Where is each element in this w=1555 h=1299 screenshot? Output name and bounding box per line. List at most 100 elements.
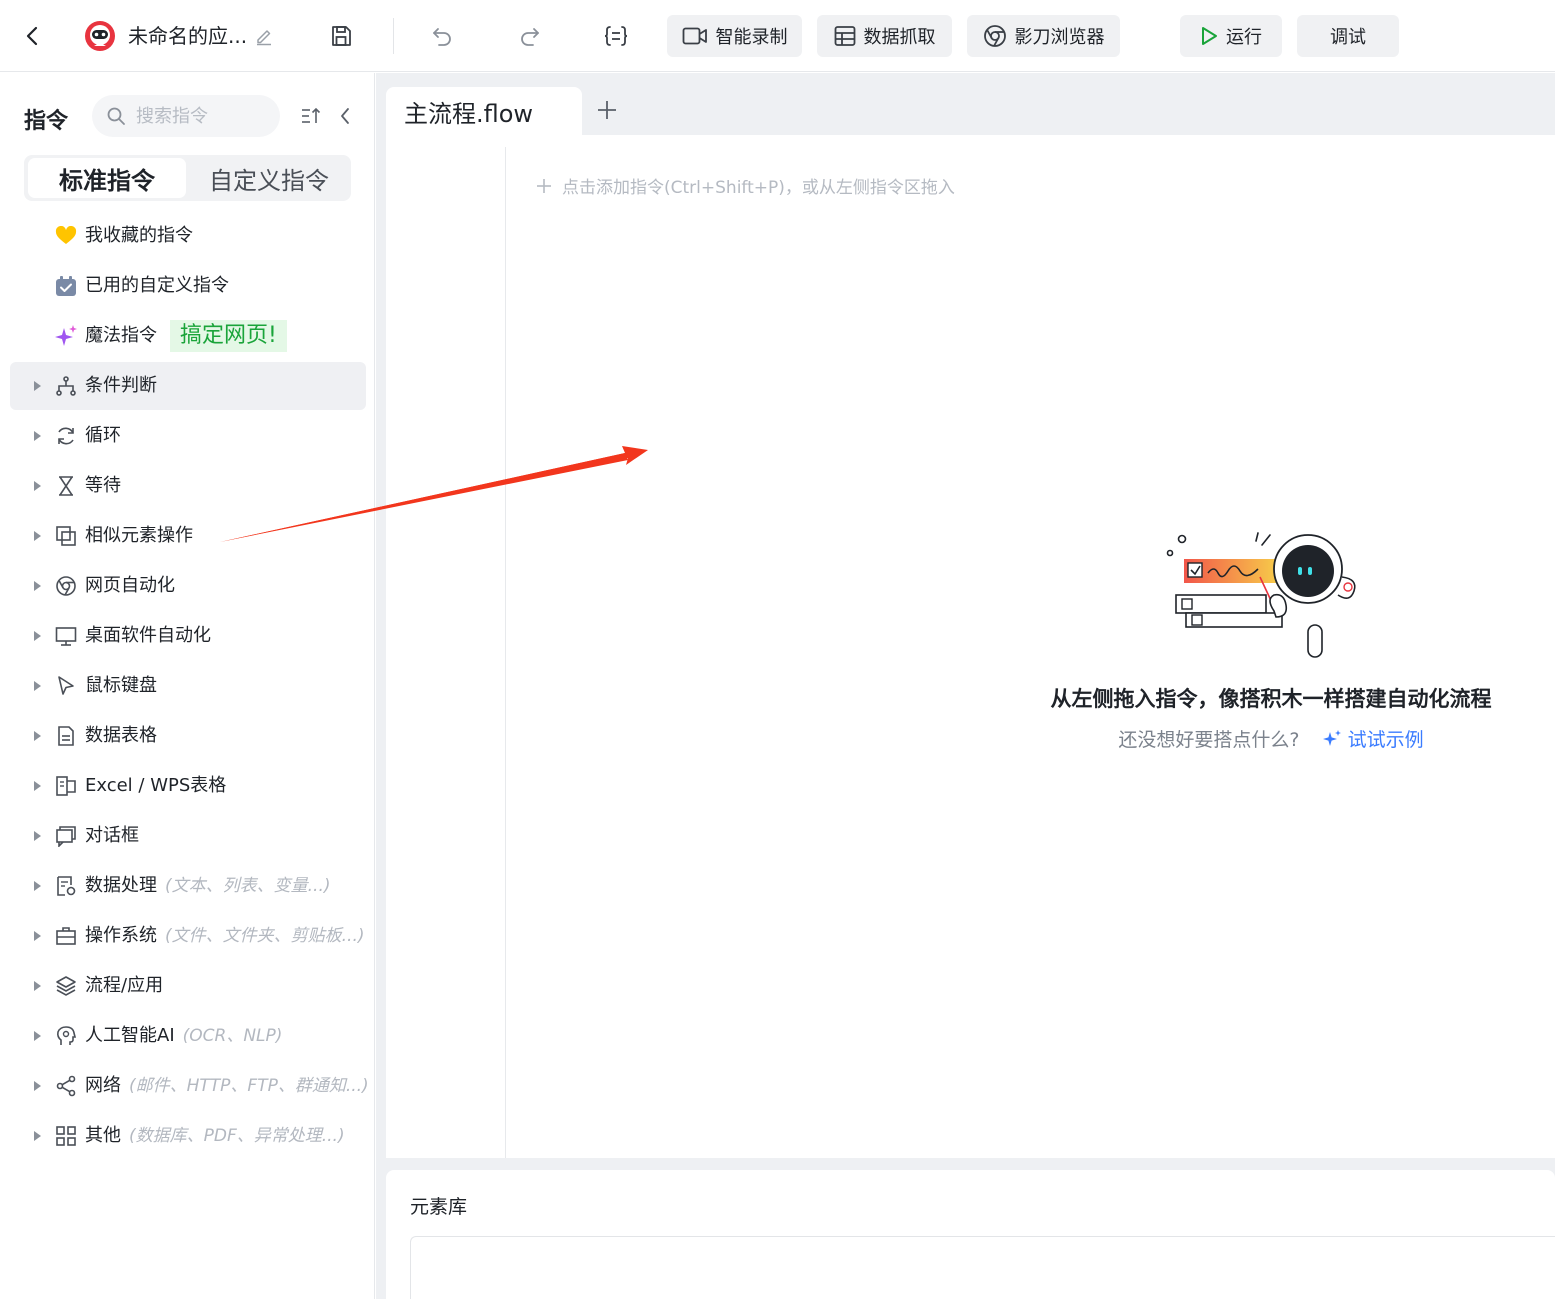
caret-right-icon[interactable]: [34, 381, 41, 391]
sidebar-category-item[interactable]: 对话框: [10, 812, 366, 860]
sidebar-category-item[interactable]: 桌面软件自动化: [10, 612, 366, 660]
caret-right-icon[interactable]: [34, 931, 41, 941]
save-icon: [332, 26, 351, 46]
caret-right-icon[interactable]: [34, 731, 41, 741]
sidebar-item-label: 魔法指令: [85, 325, 157, 346]
sidebar-category-item[interactable]: Excel / WPS表格: [10, 762, 366, 810]
add-command-hint[interactable]: 点击添加指令(Ctrl+Shift+P)，或从左侧指令区拖入: [536, 173, 955, 198]
run-button[interactable]: 运行: [1180, 15, 1282, 57]
sidebar-item-label: 我收藏的指令: [85, 225, 193, 246]
try-example-label: 试试示例: [1347, 729, 1424, 751]
smart-record-button[interactable]: 智能录制: [667, 15, 802, 57]
sidebar-category-label: 相似元素操作: [85, 524, 193, 548]
save-button[interactable]: [325, 20, 357, 52]
collapse-sidebar-button[interactable]: [334, 103, 356, 129]
category-name: 人工智能AI: [85, 1025, 175, 1046]
caret-right-icon[interactable]: [34, 1031, 41, 1041]
sidebar-category-item[interactable]: 条件判断: [10, 362, 366, 410]
caret-right-icon[interactable]: [34, 831, 41, 841]
caret-right-icon[interactable]: [34, 531, 41, 541]
caret-right-icon[interactable]: [34, 581, 41, 591]
sidebar-category-item[interactable]: 操作系统 (文件、文件夹、剪贴板...): [10, 912, 366, 960]
element-library-content[interactable]: [410, 1236, 1555, 1299]
undo-icon: [433, 28, 451, 46]
play-icon: [1202, 27, 1217, 45]
redo-button[interactable]: [514, 20, 546, 52]
caret-right-icon[interactable]: [34, 881, 41, 891]
sidebar-category-label: Excel / WPS表格: [85, 774, 226, 798]
caret-right-icon[interactable]: [34, 781, 41, 791]
back-button[interactable]: [16, 22, 48, 50]
flow-editor: 主流程.flow 点击添加指令(Ctrl+Shift+P)，或从左侧指令区拖入: [376, 73, 1555, 1299]
heart-icon: [54, 224, 78, 248]
sidebar-category-label: 人工智能AI (OCR、NLP): [85, 1024, 282, 1048]
sort-icon: [302, 107, 321, 123]
sidebar-category-label: 桌面软件自动化: [85, 624, 211, 648]
sidebar-item-favorites[interactable]: 我收藏的指令: [10, 212, 366, 260]
run-label: 运行: [1226, 27, 1262, 48]
search-icon: [107, 107, 125, 125]
caret-right-icon[interactable]: [34, 1131, 41, 1141]
yingdao-browser-button[interactable]: 影刀浏览器: [967, 15, 1120, 57]
caret-right-icon[interactable]: [34, 631, 41, 641]
add-tab-button[interactable]: [592, 95, 622, 125]
sort-button[interactable]: [298, 103, 324, 129]
flow-canvas[interactable]: 点击添加指令(Ctrl+Shift+P)，或从左侧指令区拖入 从左侧拖入指令，像…: [386, 135, 1555, 1158]
tab-custom-commands[interactable]: 自定义指令: [190, 158, 348, 198]
dialog-icon: [54, 824, 78, 848]
caret-right-icon[interactable]: [34, 481, 41, 491]
sheet-icon: [54, 724, 78, 748]
data-scrape-button[interactable]: 数据抓取: [817, 15, 952, 57]
loop-icon: [54, 424, 78, 448]
video-icon: [682, 27, 707, 45]
category-hint: (文本、列表、变量...): [165, 876, 331, 896]
search-input[interactable]: [136, 105, 266, 127]
app-title[interactable]: 未命名的应...: [128, 22, 247, 50]
tab-standard-commands[interactable]: 标准指令: [28, 158, 186, 198]
category-name: 鼠标键盘: [85, 675, 157, 696]
category-hint: (邮件、HTTP、FTP、群通知...): [129, 1076, 369, 1096]
sidebar-category-item[interactable]: 人工智能AI (OCR、NLP): [10, 1012, 366, 1060]
sidebar-category-item[interactable]: 循环: [10, 412, 366, 460]
sidebar-category-label: 网页自动化: [85, 574, 175, 598]
cursor-icon: [54, 674, 78, 698]
caret-right-icon[interactable]: [34, 1081, 41, 1091]
chevron-left-icon: [341, 108, 349, 124]
undo-button[interactable]: [426, 20, 458, 52]
sidebar-category-item[interactable]: 相似元素操作: [10, 512, 366, 560]
variables-button[interactable]: [600, 20, 632, 52]
sidebar-item-used-custom[interactable]: 已用的自定义指令: [10, 262, 366, 310]
category-hint: (文件、文件夹、剪贴板...): [165, 926, 365, 946]
line-number-gutter: [505, 147, 506, 1158]
category-hint: (数据库、PDF、异常处理...): [129, 1126, 345, 1146]
sidebar-category-item[interactable]: 流程/应用: [10, 962, 366, 1010]
sidebar-item-magic[interactable]: 魔法指令 搞定网页!: [10, 312, 366, 360]
category-name: 数据处理: [85, 875, 157, 896]
caret-right-icon[interactable]: [34, 431, 41, 441]
try-example-link[interactable]: 试试示例: [1306, 729, 1424, 751]
caret-right-icon[interactable]: [34, 681, 41, 691]
sidebar-category-label: 等待: [85, 474, 121, 498]
sidebar-item-label: 已用的自定义指令: [85, 275, 229, 296]
smart-record-label: 智能录制: [715, 27, 788, 48]
empty-state-subtitle: 还没想好要搭点什么? 试试示例: [1006, 725, 1536, 752]
sidebar-category-item[interactable]: 数据处理 (文本、列表、变量...): [10, 862, 366, 910]
sidebar-category-item[interactable]: 网页自动化: [10, 562, 366, 610]
category-name: 数据表格: [85, 725, 157, 746]
rename-button[interactable]: [252, 24, 276, 48]
tab-main-flow[interactable]: 主流程.flow: [386, 87, 582, 135]
debug-button[interactable]: 调试: [1297, 15, 1399, 57]
sidebar-category-label: 条件判断: [85, 374, 157, 398]
sidebar-category-item[interactable]: 鼠标键盘: [10, 662, 366, 710]
category-name: 等待: [85, 475, 121, 496]
browser-icon: [54, 574, 78, 598]
sidebar-category-item[interactable]: 等待: [10, 462, 366, 510]
sidebar-category-item[interactable]: 数据表格: [10, 712, 366, 760]
sidebar-category-item[interactable]: 其他 (数据库、PDF、异常处理...): [10, 1112, 366, 1160]
debug-label: 调试: [1330, 27, 1366, 48]
sidebar-category-item[interactable]: 网络 (邮件、HTTP、FTP、群通知...): [10, 1062, 369, 1110]
sidebar-title: 指令: [24, 109, 69, 134]
sidebar-category-label: 流程/应用: [85, 974, 163, 998]
command-search[interactable]: [92, 95, 280, 137]
caret-right-icon[interactable]: [34, 981, 41, 991]
